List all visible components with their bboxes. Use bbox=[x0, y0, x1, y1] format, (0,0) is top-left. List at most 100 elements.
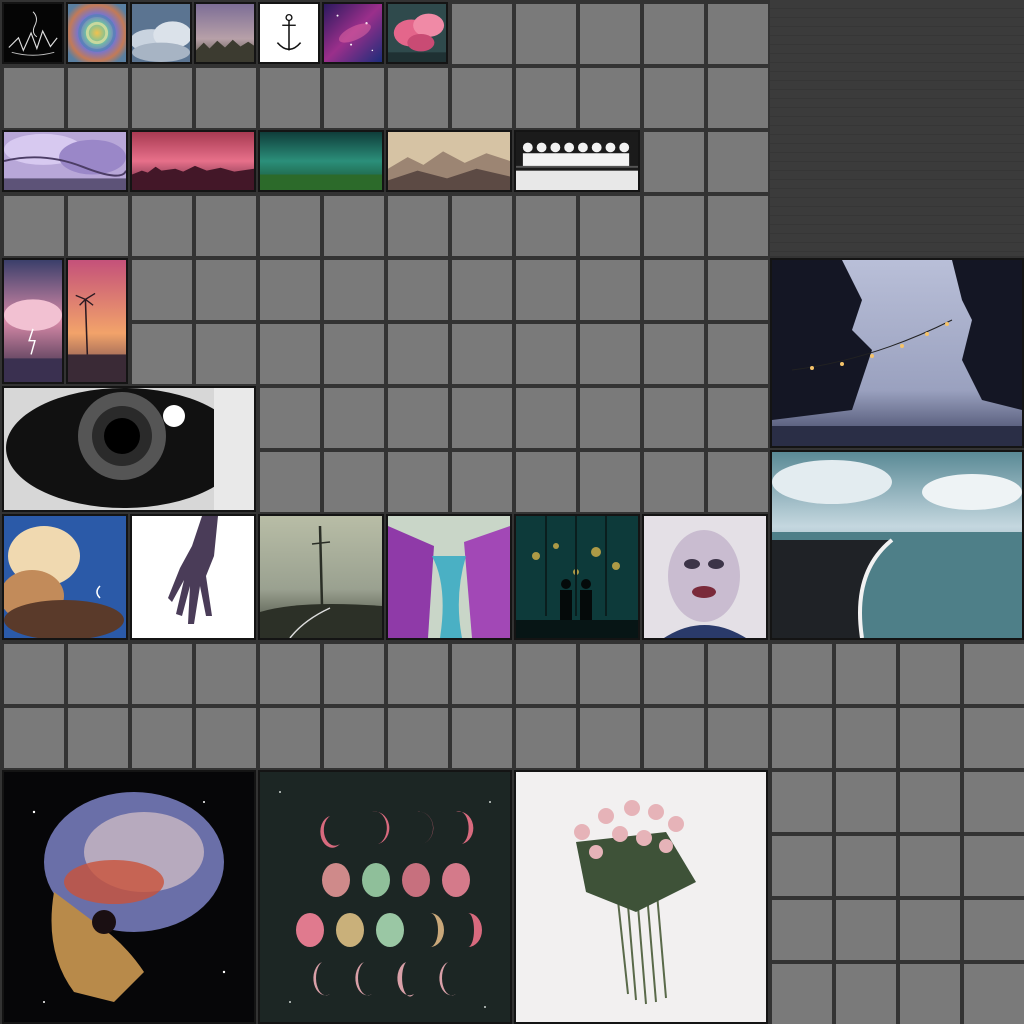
empty-cell[interactable] bbox=[708, 644, 768, 704]
empty-cell[interactable] bbox=[260, 452, 320, 512]
empty-cell[interactable] bbox=[836, 772, 896, 832]
empty-cell[interactable] bbox=[580, 68, 640, 128]
empty-cell[interactable] bbox=[964, 900, 1024, 960]
empty-cell[interactable] bbox=[516, 68, 576, 128]
empty-cell[interactable] bbox=[708, 68, 768, 128]
empty-cell[interactable] bbox=[260, 196, 320, 256]
empty-cell[interactable] bbox=[4, 68, 64, 128]
empty-cell[interactable] bbox=[68, 708, 128, 768]
empty-cell[interactable] bbox=[772, 708, 832, 768]
empty-cell[interactable] bbox=[260, 68, 320, 128]
empty-cell[interactable] bbox=[644, 452, 704, 512]
empty-cell[interactable] bbox=[708, 388, 768, 448]
empty-cell[interactable] bbox=[196, 260, 256, 320]
blossom-branch-tile[interactable] bbox=[2, 130, 128, 192]
empty-cell[interactable] bbox=[900, 836, 960, 896]
empty-cell[interactable] bbox=[580, 4, 640, 64]
empty-cell[interactable] bbox=[132, 196, 192, 256]
empty-cell[interactable] bbox=[388, 260, 448, 320]
empty-cell[interactable] bbox=[964, 836, 1024, 896]
empty-cell[interactable] bbox=[836, 964, 896, 1024]
empty-cell[interactable] bbox=[4, 644, 64, 704]
empty-cell[interactable] bbox=[580, 644, 640, 704]
empty-cell[interactable] bbox=[68, 196, 128, 256]
empty-cell[interactable] bbox=[132, 708, 192, 768]
empty-cell[interactable] bbox=[772, 964, 832, 1024]
empty-cell[interactable] bbox=[644, 324, 704, 384]
empty-cell[interactable] bbox=[132, 324, 192, 384]
empty-cell[interactable] bbox=[836, 836, 896, 896]
empty-cell[interactable] bbox=[452, 452, 512, 512]
empty-cell[interactable] bbox=[196, 68, 256, 128]
foggy-road-pole-tile[interactable] bbox=[258, 514, 384, 640]
empty-cell[interactable] bbox=[964, 644, 1024, 704]
empty-cell[interactable] bbox=[516, 4, 576, 64]
empty-cell[interactable] bbox=[452, 4, 512, 64]
empty-cell[interactable] bbox=[836, 900, 896, 960]
empty-cell[interactable] bbox=[260, 644, 320, 704]
empty-cell[interactable] bbox=[324, 196, 384, 256]
empty-cell[interactable] bbox=[452, 388, 512, 448]
empty-cell[interactable] bbox=[772, 644, 832, 704]
empty-cell[interactable] bbox=[964, 772, 1024, 832]
empty-cell[interactable] bbox=[68, 644, 128, 704]
empty-cell[interactable] bbox=[452, 196, 512, 256]
empty-cell[interactable] bbox=[324, 644, 384, 704]
empty-cell[interactable] bbox=[964, 964, 1024, 1024]
empty-cell[interactable] bbox=[452, 708, 512, 768]
ocean-shore-tile[interactable] bbox=[770, 450, 1024, 640]
empty-cell[interactable] bbox=[388, 196, 448, 256]
empty-cell[interactable] bbox=[644, 4, 704, 64]
galaxy-tile[interactable] bbox=[322, 2, 384, 64]
empty-cell[interactable] bbox=[516, 196, 576, 256]
couple-window-city-tile[interactable] bbox=[514, 514, 640, 640]
empty-cell[interactable] bbox=[324, 260, 384, 320]
empty-cell[interactable] bbox=[708, 4, 768, 64]
empty-cell[interactable] bbox=[4, 196, 64, 256]
empty-cell[interactable] bbox=[132, 260, 192, 320]
empty-cell[interactable] bbox=[644, 708, 704, 768]
green-aurora-field-tile[interactable] bbox=[258, 130, 384, 192]
empty-cell[interactable] bbox=[836, 708, 896, 768]
empty-cell[interactable] bbox=[196, 708, 256, 768]
empty-cell[interactable] bbox=[260, 260, 320, 320]
empty-cell[interactable] bbox=[452, 260, 512, 320]
empty-cell[interactable] bbox=[260, 324, 320, 384]
anchor-tile[interactable] bbox=[258, 2, 320, 64]
empty-cell[interactable] bbox=[708, 260, 768, 320]
empty-cell[interactable] bbox=[388, 388, 448, 448]
empty-cell[interactable] bbox=[644, 644, 704, 704]
empty-cell[interactable] bbox=[580, 196, 640, 256]
empty-cell[interactable] bbox=[388, 644, 448, 704]
empty-cell[interactable] bbox=[388, 324, 448, 384]
empty-cell[interactable] bbox=[708, 324, 768, 384]
clouds-tile[interactable] bbox=[130, 2, 192, 64]
mountain-dusk-tile[interactable] bbox=[386, 130, 512, 192]
purple-river-gorge-tile[interactable] bbox=[386, 514, 512, 640]
empty-cell[interactable] bbox=[324, 388, 384, 448]
cloud-tower-tile[interactable] bbox=[2, 514, 128, 640]
nebula-skull-tile[interactable] bbox=[2, 770, 256, 1024]
empty-cell[interactable] bbox=[324, 708, 384, 768]
iridescent-swirl-tile[interactable] bbox=[66, 2, 128, 64]
painted-face-tile[interactable] bbox=[642, 514, 768, 640]
empty-cell[interactable] bbox=[452, 644, 512, 704]
empty-cell[interactable] bbox=[580, 708, 640, 768]
moon-phases-tile[interactable] bbox=[258, 770, 512, 1024]
empty-cell[interactable] bbox=[196, 196, 256, 256]
empty-cell[interactable] bbox=[708, 196, 768, 256]
hand-tile[interactable] bbox=[130, 514, 256, 640]
empty-cell[interactable] bbox=[900, 772, 960, 832]
empty-cell[interactable] bbox=[132, 644, 192, 704]
empty-cell[interactable] bbox=[260, 388, 320, 448]
empty-cell[interactable] bbox=[708, 132, 768, 192]
empty-cell[interactable] bbox=[580, 388, 640, 448]
empty-cell[interactable] bbox=[900, 644, 960, 704]
empty-cell[interactable] bbox=[772, 900, 832, 960]
empty-cell[interactable] bbox=[644, 196, 704, 256]
empty-cell[interactable] bbox=[644, 388, 704, 448]
lake-string-lights-tile[interactable] bbox=[770, 258, 1024, 448]
empty-cell[interactable] bbox=[964, 708, 1024, 768]
empty-cell[interactable] bbox=[4, 708, 64, 768]
empty-cell[interactable] bbox=[452, 324, 512, 384]
